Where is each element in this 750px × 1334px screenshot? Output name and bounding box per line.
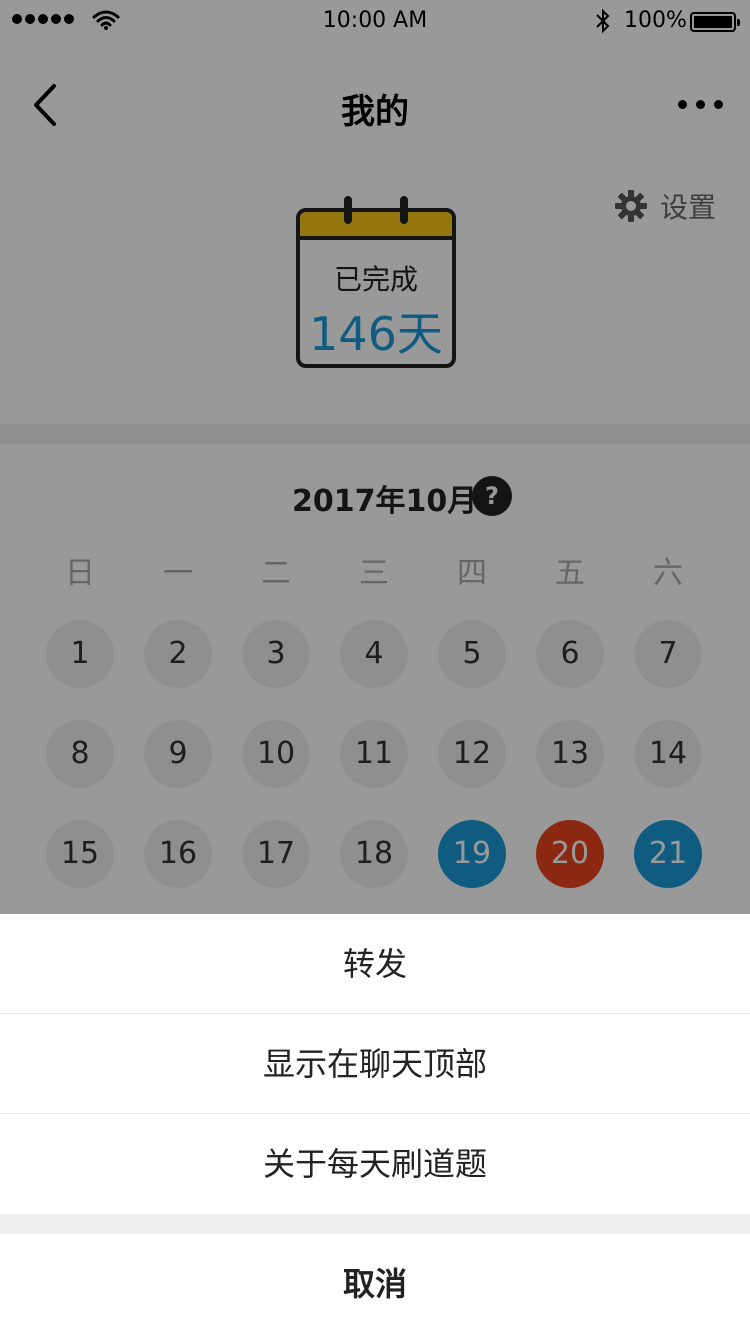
- dim-overlay[interactable]: [0, 0, 750, 914]
- about-option[interactable]: 关于每天刷道题: [0, 1114, 750, 1214]
- sheet-separator: [0, 1214, 750, 1234]
- pin-to-top-option[interactable]: 显示在聊天顶部: [0, 1014, 750, 1114]
- forward-option[interactable]: 转发: [0, 914, 750, 1014]
- action-sheet: 转发 显示在聊天顶部 关于每天刷道题 取消: [0, 914, 750, 1334]
- cancel-button[interactable]: 取消: [0, 1234, 750, 1334]
